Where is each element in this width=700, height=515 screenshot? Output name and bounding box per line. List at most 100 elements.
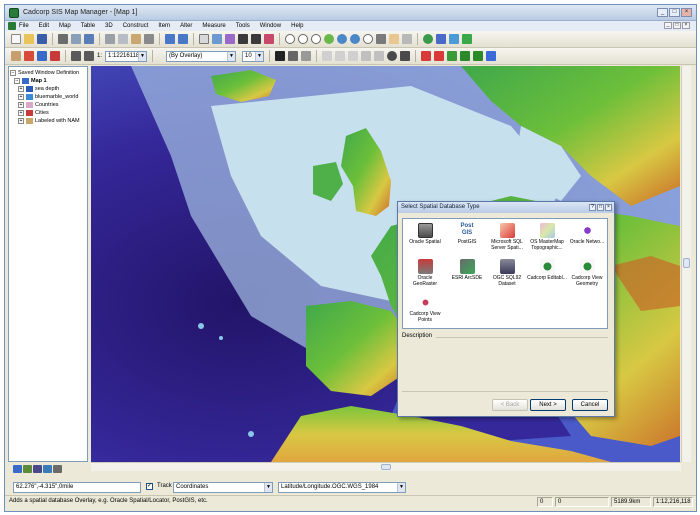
chevron-down-icon[interactable]: ▼ <box>138 51 147 61</box>
overlay-icon[interactable] <box>225 34 235 44</box>
print-preview-icon[interactable] <box>71 34 81 44</box>
add-point-icon[interactable] <box>421 51 432 61</box>
database-type-list[interactable]: Oracle Spatial Post GIS PostGIS Microsof… <box>402 218 608 329</box>
coordinate-mode-select[interactable]: Coordinates ▼ <box>173 482 273 493</box>
properties-tab-icon[interactable] <box>33 465 42 473</box>
dialog-maximize-button[interactable]: □ <box>597 204 604 211</box>
vertical-scroll-thumb[interactable] <box>683 258 690 268</box>
list-item-oracle-network[interactable]: Oracle Netwo... <box>567 223 607 245</box>
maximize-button[interactable]: □ <box>669 8 680 17</box>
underline-icon[interactable] <box>301 51 312 61</box>
list-item-esri-arcsde[interactable]: ESRI ArcSDE <box>447 259 487 281</box>
open-icon[interactable] <box>24 34 34 44</box>
snap-point-icon[interactable] <box>335 51 346 61</box>
zoom-in-icon[interactable] <box>285 34 295 44</box>
horizontal-scrollbar[interactable] <box>91 462 681 471</box>
delete-icon[interactable] <box>144 34 154 44</box>
zoom-scale-icon[interactable] <box>363 34 373 44</box>
menu-measure[interactable]: Measure <box>202 23 225 29</box>
save-icon[interactable] <box>37 34 47 44</box>
tree-layer-labels[interactable]: + Labeled with NAM <box>10 117 86 125</box>
chevron-down-icon[interactable]: ▼ <box>227 51 236 61</box>
list-item-postgis[interactable]: Post GIS PostGIS <box>447 223 487 245</box>
tree-layer-sea-depth[interactable]: + sea depth <box>10 85 86 93</box>
navigator-icon[interactable] <box>449 34 459 44</box>
pan-hand-icon[interactable] <box>389 34 399 44</box>
tree-map[interactable]: − Map 1 <box>10 77 86 85</box>
snap-intersect-icon[interactable] <box>400 51 411 61</box>
chevron-down-icon[interactable]: ▼ <box>397 483 405 492</box>
redo-icon[interactable] <box>178 34 188 44</box>
expand-icon[interactable]: + <box>18 94 24 100</box>
person-icon[interactable] <box>71 51 81 61</box>
font-icon[interactable] <box>50 51 60 61</box>
close-button[interactable]: × <box>681 8 692 17</box>
crs-select[interactable]: Latitude/Longitude.OGC.WGS_1984 ▼ <box>278 482 406 493</box>
map-window-icon[interactable] <box>8 22 16 30</box>
add-text-icon[interactable] <box>486 51 497 61</box>
zoom-window-icon[interactable] <box>311 34 321 44</box>
dialog-help-button[interactable]: ? <box>589 204 596 211</box>
list-item-os-mastermap[interactable]: OS MasterMap Topographic... <box>527 223 567 251</box>
binoculars-icon[interactable] <box>238 34 248 44</box>
history-tab-icon[interactable] <box>53 465 62 473</box>
horizontal-scroll-thumb[interactable] <box>381 464 391 470</box>
print-icon[interactable] <box>58 34 68 44</box>
editor-icon[interactable] <box>11 51 21 61</box>
tree-layer-countries[interactable]: + Countries <box>10 101 86 109</box>
list-item-oracle-spatial[interactable]: Oracle Spatial <box>405 223 445 245</box>
zoom-extent-icon[interactable] <box>324 34 334 44</box>
menu-file[interactable]: File <box>19 23 29 29</box>
menu-edit[interactable]: Edit <box>39 23 49 29</box>
table-icon[interactable] <box>199 34 209 44</box>
snap-icon[interactable] <box>322 51 333 61</box>
list-item-ogc-sql92[interactable]: OGC SQL92 Dataset <box>487 259 527 287</box>
expand-icon[interactable]: + <box>18 118 24 124</box>
paste-icon[interactable] <box>131 34 141 44</box>
list-item-cadcorp-editable[interactable]: Cadcorp Editabl... <box>527 259 567 281</box>
bold-icon[interactable] <box>275 51 286 61</box>
menu-table[interactable]: Table <box>81 23 95 29</box>
redraw-icon[interactable] <box>402 34 412 44</box>
mdi-minimize-button[interactable]: _ <box>664 22 672 29</box>
back-button[interactable]: < Back <box>492 399 528 411</box>
overlay-select[interactable]: (By Overlay) ▼ <box>166 50 237 62</box>
collapse-icon[interactable]: − <box>10 70 16 76</box>
expand-icon[interactable]: + <box>18 102 24 108</box>
find-icon[interactable] <box>251 34 261 44</box>
menu-3d[interactable]: 3D <box>105 23 113 29</box>
list-item-mssql[interactable]: Microsoft SQL Server Spati... <box>487 223 527 251</box>
list-item-cadcorp-view-geometry[interactable]: Cadcorp View Geometry <box>567 259 607 287</box>
menu-construct[interactable]: Construct <box>123 23 149 29</box>
menu-window[interactable]: Window <box>260 23 281 29</box>
snap-line-icon[interactable] <box>348 51 359 61</box>
list-item-cadcorp-view-points[interactable]: Cadcorp View Points <box>405 295 445 323</box>
italic-icon[interactable] <box>288 51 299 61</box>
minimize-button[interactable]: _ <box>657 8 668 17</box>
menu-item[interactable]: Item <box>158 23 170 29</box>
globe-icon[interactable] <box>423 34 433 44</box>
add-circle-icon[interactable] <box>473 51 484 61</box>
copy-icon[interactable] <box>118 34 128 44</box>
new-icon[interactable] <box>11 34 21 44</box>
menu-tools[interactable]: Tools <box>236 23 250 29</box>
menu-map[interactable]: Map <box>59 23 71 29</box>
zoom-next-icon[interactable] <box>350 34 360 44</box>
cancel-button[interactable]: Cancel <box>572 399 608 411</box>
list-item-oracle-georaster[interactable]: Oracle GeoRaster <box>405 259 445 287</box>
mdi-restore-button[interactable]: □ <box>673 22 681 29</box>
collapse-icon[interactable]: − <box>14 78 20 84</box>
windows-icon[interactable] <box>436 34 446 44</box>
select-icon[interactable] <box>376 34 386 44</box>
cut-icon[interactable] <box>105 34 115 44</box>
add-area-icon[interactable] <box>447 51 458 61</box>
undo-icon[interactable] <box>165 34 175 44</box>
snap-grid-icon[interactable] <box>374 51 385 61</box>
chevron-down-icon[interactable]: ▼ <box>255 51 264 61</box>
vertical-scrollbar[interactable] <box>681 66 691 462</box>
tree-layer-bluemarble[interactable]: + bluemarble_world <box>10 93 86 101</box>
size-select[interactable]: 10 ▼ <box>242 50 265 62</box>
snap-center-icon[interactable] <box>387 51 398 61</box>
coordinate-input[interactable]: 62.276",-4.315",0mile <box>13 482 141 493</box>
dialog-close-button[interactable]: × <box>605 204 612 211</box>
